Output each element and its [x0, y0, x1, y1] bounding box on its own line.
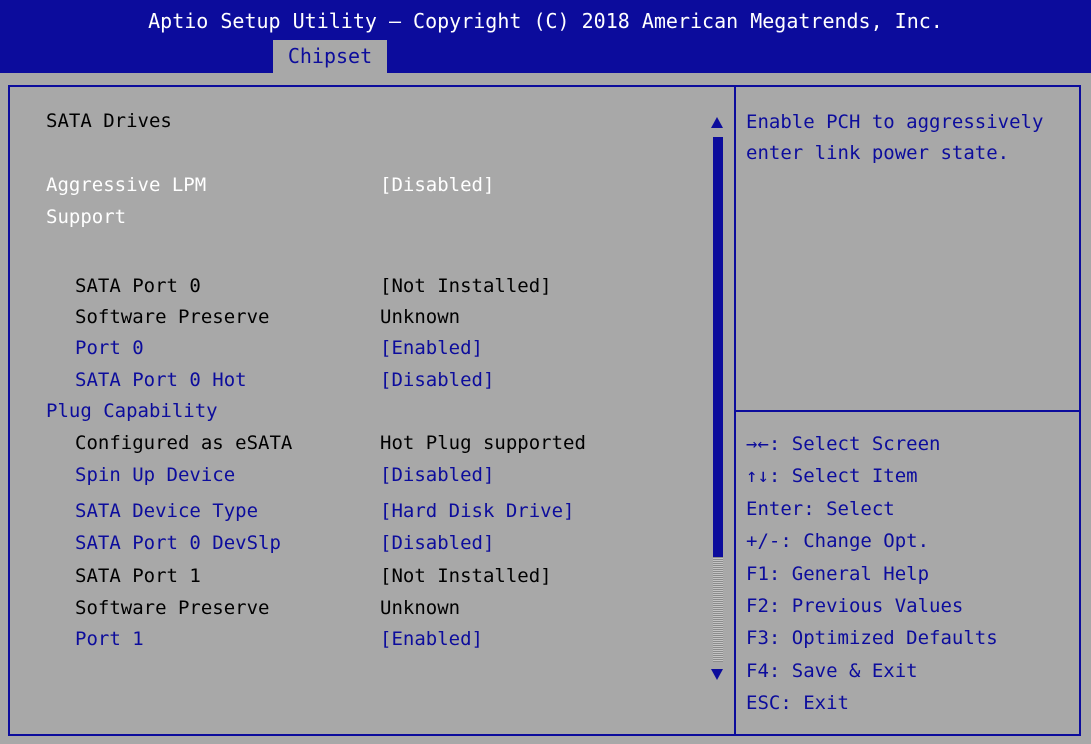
setting-value[interactable]: [Disabled] — [380, 366, 494, 394]
key-hint: →←: Select Screen — [746, 433, 941, 455]
tab-chipset[interactable]: Chipset — [273, 40, 387, 73]
key-hint: F2: Previous Values — [746, 595, 964, 618]
key-hint: ESC: Exit — [746, 692, 849, 715]
setting-label: SATA Port 1 — [75, 565, 201, 587]
setting-value[interactable]: [Enabled] — [380, 334, 483, 362]
help-text: Enable PCH to aggressively enter link po… — [746, 111, 1044, 164]
setting-value[interactable]: [Disabled] — [380, 529, 494, 557]
setting-label: SATA Port 0 Hot — [75, 369, 247, 391]
setting-value[interactable]: [Disabled] — [380, 461, 494, 489]
setting-value[interactable]: [Hard Disk Drive] — [380, 497, 574, 525]
setting-value: [Not Installed] — [380, 275, 552, 297]
setting-label: Software Preserve — [75, 597, 270, 619]
key-hint: F4: Save & Exit — [746, 659, 918, 682]
key-hint: +/-: Change Opt. — [746, 530, 930, 553]
help-divider — [736, 410, 1081, 412]
key-hint: ↑↓: Select Item — [746, 465, 918, 488]
setting-value[interactable]: [Enabled] — [380, 625, 483, 653]
key-hint: F3: Optimized Defaults — [746, 627, 998, 650]
setting-label: Aggressive LPM — [46, 174, 207, 196]
setting-label: SATA Port 0 — [75, 275, 201, 297]
app-title: Aptio Setup Utility – Copyright (C) 2018… — [148, 9, 943, 33]
section-heading: SATA Drives — [46, 110, 172, 132]
title-bar: Aptio Setup Utility – Copyright (C) 2018… — [0, 0, 1091, 73]
setting-label: SATA Port 0 DevSlp — [75, 532, 281, 554]
setting-label: Spin Up Device — [75, 464, 236, 486]
setting-label: Port 0 — [75, 337, 144, 359]
setting-value: Hot Plug supported — [380, 432, 586, 454]
scroll-up-icon[interactable] — [711, 117, 723, 128]
key-legend: →←: Select Screen ↑↓: Select Item Enter:… — [746, 428, 998, 720]
setting-value: [Not Installed] — [380, 565, 552, 587]
setting-value: Unknown — [380, 306, 461, 328]
scroll-down-icon[interactable] — [711, 669, 723, 680]
scrollbar-track[interactable] — [713, 557, 723, 662]
setting-label: Port 1 — [75, 628, 144, 650]
setting-label: Software Preserve — [75, 306, 270, 328]
key-hint: F1: General Help — [746, 562, 930, 585]
setting-label: Configured as eSATA — [75, 432, 293, 454]
key-hint: Enter: Select — [746, 497, 895, 520]
scrollbar-thumb[interactable] — [713, 137, 723, 557]
setting-label-cont: Plug Capability — [46, 400, 218, 422]
setting-label: SATA Device Type — [75, 500, 259, 522]
setting-value: Unknown — [380, 597, 461, 619]
setting-value[interactable]: [Disabled] — [380, 171, 494, 199]
setting-label-cont: Support — [46, 206, 127, 228]
